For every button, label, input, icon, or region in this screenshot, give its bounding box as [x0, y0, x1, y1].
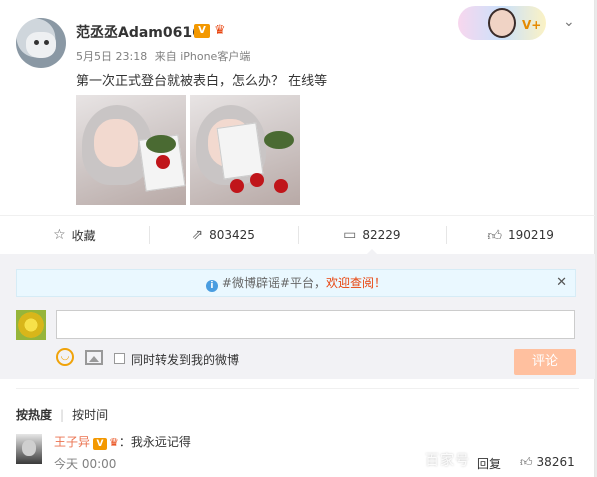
notice-text[interactable]: #微博辟谣#平台，: [222, 276, 326, 290]
post-text: 第一次正式登台就被表白，怎么办？ 在线等: [76, 74, 328, 89]
sort-by-hot[interactable]: 按热度: [16, 408, 52, 422]
member-crown-icon[interactable]: ♛: [214, 23, 232, 39]
post-image-1[interactable]: [76, 95, 186, 205]
commenter-name[interactable]: 王子异: [54, 435, 90, 449]
image-flower: [156, 155, 170, 169]
image-flower: [250, 173, 264, 187]
emoji-icon[interactable]: ◡: [56, 348, 74, 366]
star-icon: ☆: [53, 227, 66, 243]
notice-highlight[interactable]: 欢迎查阅！: [326, 276, 386, 290]
author-avatar[interactable]: [16, 18, 66, 68]
post-image-2[interactable]: [190, 95, 300, 205]
decoration-v-icon: V+: [522, 18, 542, 32]
thumbs-up-icon: 👍︎: [520, 455, 533, 469]
comment-item: 王子异 V ♛：我永远记得: [54, 433, 191, 450]
avatar-eye-left: [34, 40, 39, 45]
comment-like-button[interactable]: 👍︎ 38261: [520, 455, 575, 470]
verified-badge-icon[interactable]: V: [194, 24, 210, 38]
sort-by-time[interactable]: 按时间: [72, 408, 108, 422]
commenter-avatar[interactable]: [16, 434, 42, 464]
share-icon: ⇗: [191, 227, 204, 243]
avatar-eye-right: [44, 40, 49, 45]
image-leaf: [264, 131, 294, 149]
my-avatar[interactable]: [16, 310, 46, 340]
comment-count: 82229: [362, 228, 401, 242]
info-icon: i: [205, 280, 218, 292]
comment-time: 今天 00:00: [54, 457, 117, 471]
author-name[interactable]: 范丞丞Adam0616: [76, 22, 202, 42]
repost-button[interactable]: ⇗ 803425: [148, 216, 298, 254]
sort-separator: |: [60, 408, 65, 422]
chevron-down-icon[interactable]: ⌄: [563, 14, 575, 30]
image-flower: [274, 179, 288, 193]
card-decoration: V+: [458, 6, 546, 40]
thumbs-up-icon: 👍︎: [487, 227, 503, 244]
favorite-button[interactable]: ☆ 收藏: [0, 216, 149, 254]
post-source[interactable]: 来自 iPhone客户端: [155, 50, 251, 63]
verified-badge-icon[interactable]: V: [93, 438, 108, 450]
repost-count: 803425: [209, 228, 255, 242]
image-leaf: [146, 135, 176, 153]
repost-checkbox[interactable]: [114, 353, 125, 364]
comment-icon: ▭: [343, 227, 357, 243]
post-actions: ☆ 收藏 ⇗ 803425 ▭ 82229 👍︎ 190219: [0, 216, 595, 255]
member-crown-icon[interactable]: ♛: [109, 436, 119, 449]
close-icon[interactable]: ✕: [556, 270, 567, 296]
like-count: 190219: [508, 228, 554, 242]
image-flower: [230, 179, 244, 193]
watermark: 百家号: [425, 453, 470, 469]
rumor-notice-bar: i #微博辟谣#平台，欢迎查阅！ ✕: [16, 269, 576, 297]
comment-text: ：我永远记得: [118, 435, 191, 449]
avatar-face: [26, 32, 56, 58]
image-face: [94, 119, 138, 167]
favorite-label: 收藏: [71, 228, 96, 243]
comment-sort: 按热度 | 按时间: [16, 406, 108, 423]
commenter-face: [22, 440, 36, 456]
post-meta: 5月5日 23:18 来自 iPhone客户端: [76, 48, 254, 64]
submit-comment-button[interactable]: 评论: [514, 349, 576, 375]
repost-checkbox-label[interactable]: 同时转发到我的微博: [131, 351, 239, 368]
decoration-portrait: [488, 8, 516, 38]
comment-like-count: 38261: [536, 455, 575, 469]
reply-button[interactable]: 回复: [477, 455, 501, 472]
comment-button[interactable]: ▭ 82229: [297, 216, 447, 255]
comment-input[interactable]: [56, 310, 575, 339]
comment-compose-area: i #微博辟谣#平台，欢迎查阅！ ✕ ◡ 同时转发到我的微博 评论: [0, 254, 595, 379]
weibo-post-card: 范丞丞Adam0616 V ♛ 5月5日 23:18 来自 iPhone客户端 …: [0, 0, 595, 477]
image-magazine: [216, 122, 264, 180]
post-time[interactable]: 5月5日 23:18: [76, 50, 147, 63]
divider: [16, 388, 579, 389]
like-button[interactable]: 👍︎ 190219: [446, 216, 595, 254]
image-icon[interactable]: [85, 350, 103, 365]
